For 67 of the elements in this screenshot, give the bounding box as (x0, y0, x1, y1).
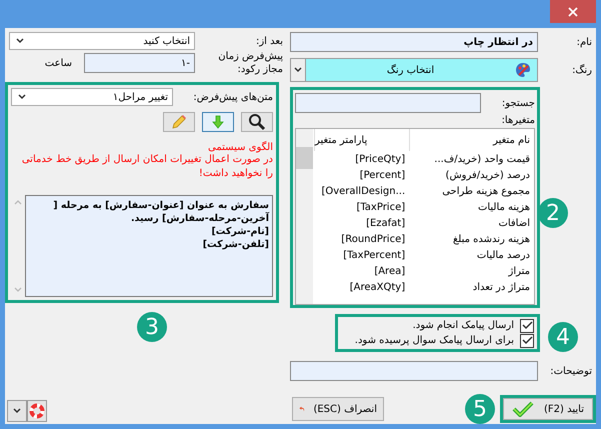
column-header[interactable]: نام متغیر (409, 129, 534, 151)
table-cell-text: [OverallDesign... (320, 186, 406, 196)
variables-label: متغیرها: (500, 115, 535, 126)
help-button[interactable] (27, 400, 47, 422)
caret-icon (294, 67, 302, 73)
table-cell-text: هزینه مالیات (476, 202, 531, 212)
cancel-button[interactable]: انصراف (ESC) (292, 397, 384, 421)
idle-time-field[interactable]: -۱ (84, 53, 195, 73)
table-cell-text: هزینه رندشده مبلغ (452, 234, 531, 244)
close-button[interactable] (550, 0, 596, 23)
search-button[interactable] (241, 112, 273, 132)
warning-title: الگوی سیستمی (207, 142, 273, 153)
table-cell-text: متراژ (507, 266, 531, 276)
checkmark-icon (522, 336, 532, 345)
after-label: بعد از: (254, 36, 284, 46)
name-label: نام: (576, 36, 593, 48)
message-textarea[interactable]: سفارش به عنوان [عنوان-سفارش] به مرحله [ آخرین-مرحله-سفارش] رسید. [نام-شرکت] [تلفن-شرکت] (25, 195, 273, 297)
checkbox[interactable] (520, 334, 534, 348)
caret-icon (13, 408, 21, 414)
column-header[interactable]: پارامتر متغیر (314, 129, 410, 151)
color-dropdown[interactable]: انتخاب رنگ (290, 58, 538, 82)
search-label: جستجو: (500, 98, 535, 108)
insert-button[interactable] (202, 112, 234, 132)
check-icon (512, 401, 534, 417)
table-cell-text: [Percent] (358, 170, 406, 180)
pencil-icon (171, 114, 187, 130)
template-dropdown[interactable]: تغییر مراحل۱ (11, 88, 173, 106)
confirm-button[interactable]: تایید (F2) (503, 398, 593, 420)
search-icon (248, 113, 266, 131)
description-label: توضیحات: (549, 366, 593, 376)
table-cell-text: [Area] (373, 266, 406, 276)
warning-text: در صورت اعمال تغییرات امکان ارسال از طریق خط خدماتی را نخواهید داشت! (20, 153, 273, 181)
close-icon (568, 6, 578, 16)
caret-icon (18, 94, 26, 100)
name-field[interactable]: در انتظار چاپ (290, 32, 538, 52)
search-field[interactable] (295, 93, 482, 113)
lifebuoy-icon (29, 403, 45, 419)
table-cell-text: درصد (خرید/فروش) (444, 170, 531, 180)
sms-option[interactable]: ارسال پیامک انجام شود. (341, 318, 534, 332)
down-arrow-icon (212, 115, 224, 129)
hour-unit-label: ساعت (44, 58, 72, 68)
description-field[interactable] (290, 361, 538, 381)
checkmark-icon (522, 321, 532, 330)
scroll-up-icon[interactable] (14, 199, 22, 205)
sms-option[interactable]: برای ارسال پیامک سوال پرسیده شود. (341, 334, 534, 348)
table-cell-text: مجموع هزینه طراحی (441, 186, 531, 196)
scrollbar[interactable] (296, 129, 313, 304)
after-dropdown[interactable]: انتخاب کنید (9, 32, 195, 50)
table-cell-text: [AreaXQty] (348, 282, 406, 292)
color-label: رنگ: (571, 64, 593, 76)
menu-dropdown-button[interactable] (7, 400, 27, 422)
table-cell-text: [RoundPrice] (340, 234, 406, 244)
table-cell-text: [Ezafat] (365, 218, 406, 228)
caret-icon (16, 38, 24, 44)
table-cell-text: قیمت واحد (خرید/ف... (433, 154, 531, 164)
idle-time-label: پیش‌فرض زمان مجاز رکود: (217, 50, 284, 76)
table-cell-text: [PriceQty] (354, 154, 406, 164)
table-cell-text: متراژ در تعداد (472, 282, 531, 292)
scroll-down-icon[interactable] (14, 287, 22, 293)
checkbox[interactable] (520, 318, 534, 332)
edit-button[interactable] (163, 112, 195, 132)
table-cell-text: [TaxPercent] (342, 250, 406, 260)
table-cell-text: [TaxPrice] (355, 202, 406, 212)
table-cell-text: اضافات (497, 218, 531, 228)
palette-icon (515, 62, 531, 78)
table-cell-text: درصد مالیات (476, 250, 531, 260)
templates-label: متن‌های پیش‌فرض: (192, 92, 273, 102)
